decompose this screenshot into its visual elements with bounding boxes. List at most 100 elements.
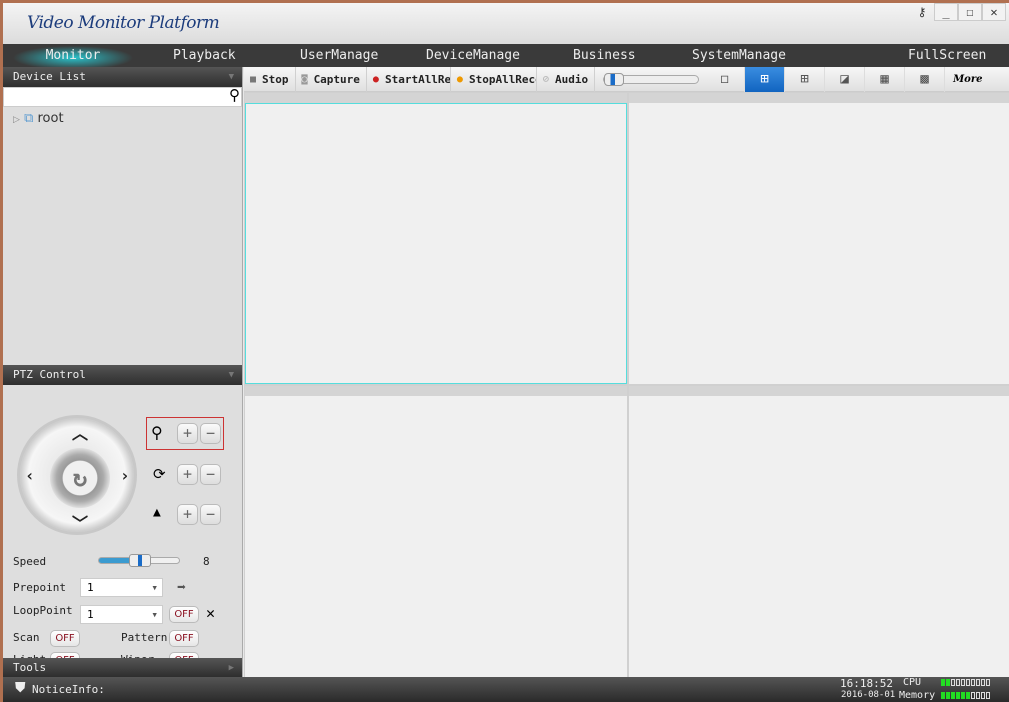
- tools-header[interactable]: Tools ▶: [3, 658, 242, 677]
- iris-icon: ▲: [153, 505, 161, 520]
- scan-toggle[interactable]: OFF: [50, 630, 80, 647]
- cpu-label: CPU: [903, 677, 922, 688]
- nav-monitor[interactable]: Monitor: [13, 44, 133, 67]
- mute-icon: ⊘: [542, 73, 549, 85]
- focus-minus-button[interactable]: −: [200, 464, 221, 485]
- layout-4-icon: ⊞: [760, 71, 769, 87]
- scan-label: Scan: [13, 631, 40, 644]
- meter-segment: [986, 692, 990, 699]
- video-cell-2[interactable]: [629, 93, 1009, 384]
- device-search: ⚲: [3, 86, 242, 107]
- volume-slider[interactable]: [603, 72, 700, 86]
- meter-segment: [986, 679, 990, 686]
- layout-6-icon: ⊞: [800, 71, 809, 87]
- device-list-header[interactable]: Device List ▼: [3, 67, 242, 87]
- app-title: Video Monitor Platform: [27, 13, 220, 33]
- tree-item-root[interactable]: ▷ ⧉ root: [13, 111, 232, 126]
- stop-button[interactable]: ■ Stop: [244, 66, 296, 92]
- left-arrow-icon[interactable]: ‹: [25, 466, 35, 485]
- speed-label: Speed: [13, 555, 47, 568]
- device-search-input[interactable]: [4, 88, 219, 106]
- layout-8-icon: ◪: [840, 71, 849, 87]
- video-cell-4[interactable]: [629, 386, 1009, 677]
- speed-slider-thumb[interactable]: [129, 554, 151, 567]
- notice-info: NoticeInfo:: [32, 683, 105, 696]
- stop-all-record-button[interactable]: ●StopAllRecord: [451, 66, 537, 92]
- device-tree: ▷ ⧉ root: [3, 107, 242, 365]
- meter-segment: [951, 692, 955, 699]
- cpu-meter: [941, 679, 990, 686]
- layout-1-icon: ◻: [720, 71, 729, 87]
- meter-segment: [956, 679, 960, 686]
- memory-label: Memory: [899, 690, 936, 701]
- nav-playback[interactable]: Playback: [173, 48, 236, 63]
- auto-rotate-icon[interactable]: ↻: [50, 448, 110, 508]
- loop-toggle[interactable]: OFF: [169, 606, 199, 623]
- record-icon: ●: [372, 73, 379, 85]
- video-cell-3[interactable]: [245, 386, 627, 677]
- layout-8-button[interactable]: ◪: [825, 66, 866, 92]
- meter-segment: [946, 679, 950, 686]
- layout-16-button[interactable]: ▩: [905, 66, 946, 92]
- capture-button[interactable]: ◙ Capture: [296, 66, 367, 92]
- key-icon[interactable]: ⚷: [910, 3, 934, 21]
- nav-fullscreen[interactable]: FullScreen: [908, 48, 986, 63]
- clock-date: 2016-08-01: [841, 690, 896, 700]
- nav-business[interactable]: Business: [573, 48, 636, 63]
- meter-segment: [946, 692, 950, 699]
- nav-usermanage[interactable]: UserManage: [300, 48, 378, 63]
- left-panel: Device List ▼ ⚲ ▷ ⧉ root PTZ Control ▼ ︿ ﹀…: [3, 67, 243, 677]
- search-icon[interactable]: ⚲: [229, 86, 240, 104]
- notice-shield-icon: ⛊: [15, 680, 26, 696]
- meter-segment: [966, 679, 970, 686]
- expand-icon[interactable]: ▷: [13, 115, 20, 125]
- ptz-panel: ︿ ﹀ ‹ › ↻ ⚲ + − ⟳ + − ▲ + − Speed 8 Prepoin…: [3, 385, 242, 669]
- meter-segment: [981, 692, 985, 699]
- layout-16-icon: ▩: [920, 71, 929, 87]
- ptz-header[interactable]: PTZ Control ▼: [3, 365, 242, 385]
- down-arrow-icon[interactable]: ﹀: [72, 510, 88, 534]
- go-arrow-icon[interactable]: ➡: [177, 578, 186, 596]
- meter-segment: [971, 679, 975, 686]
- speed-value: 8: [203, 555, 210, 568]
- iris-plus-button[interactable]: +: [177, 504, 198, 525]
- meter-segment: [961, 692, 965, 699]
- meter-segment: [951, 679, 955, 686]
- layout-9-icon: ▦: [880, 71, 889, 87]
- memory-meter: [941, 692, 990, 699]
- zoom-icon: ⚲: [151, 423, 163, 442]
- layout-6-button[interactable]: ⊞: [785, 66, 826, 92]
- iris-minus-button[interactable]: −: [200, 504, 221, 525]
- zoom-in-button[interactable]: +: [177, 423, 198, 444]
- layout-4-button[interactable]: ⊞: [745, 66, 786, 92]
- focus-icon: ⟳: [153, 465, 166, 483]
- layout-1-button[interactable]: ◻: [705, 66, 746, 92]
- pattern-toggle[interactable]: OFF: [169, 630, 199, 647]
- focus-plus-button[interactable]: +: [177, 464, 198, 485]
- start-all-record-button[interactable]: ●StartAllRecord: [367, 66, 451, 92]
- tools-icon[interactable]: ✕: [206, 604, 215, 622]
- speed-slider[interactable]: [98, 554, 180, 567]
- minimize-button[interactable]: _: [934, 3, 958, 21]
- right-arrow-icon[interactable]: ›: [120, 466, 130, 485]
- prepoint-select[interactable]: 1: [80, 578, 163, 597]
- more-button[interactable]: More: [945, 74, 982, 85]
- collapse-icon: ▼: [228, 72, 234, 82]
- zoom-out-button[interactable]: −: [200, 423, 221, 444]
- layout-9-button[interactable]: ▦: [865, 66, 906, 92]
- ptz-direction-pad[interactable]: ︿ ﹀ ‹ › ↻: [17, 415, 137, 535]
- looppoint-select[interactable]: 1: [80, 605, 163, 624]
- pattern-label: Pattern: [121, 631, 168, 644]
- volume-slider-thumb[interactable]: [604, 72, 625, 86]
- status-bar: ⛊ NoticeInfo: 16:18:52 CPU 2016-08-01 Me…: [3, 677, 1009, 702]
- nav-systemmanage[interactable]: SystemManage: [692, 48, 786, 63]
- meter-segment: [966, 692, 970, 699]
- video-cell-1[interactable]: [245, 93, 627, 384]
- collapse-icon: ▼: [228, 370, 234, 380]
- maximize-button[interactable]: ☐: [958, 3, 982, 21]
- close-button[interactable]: ✕: [982, 3, 1006, 21]
- up-arrow-icon[interactable]: ︿: [72, 420, 88, 444]
- meter-segment: [981, 679, 985, 686]
- audio-button[interactable]: ⊘ Audio: [537, 66, 596, 92]
- nav-devicemanage[interactable]: DeviceManage: [426, 48, 520, 63]
